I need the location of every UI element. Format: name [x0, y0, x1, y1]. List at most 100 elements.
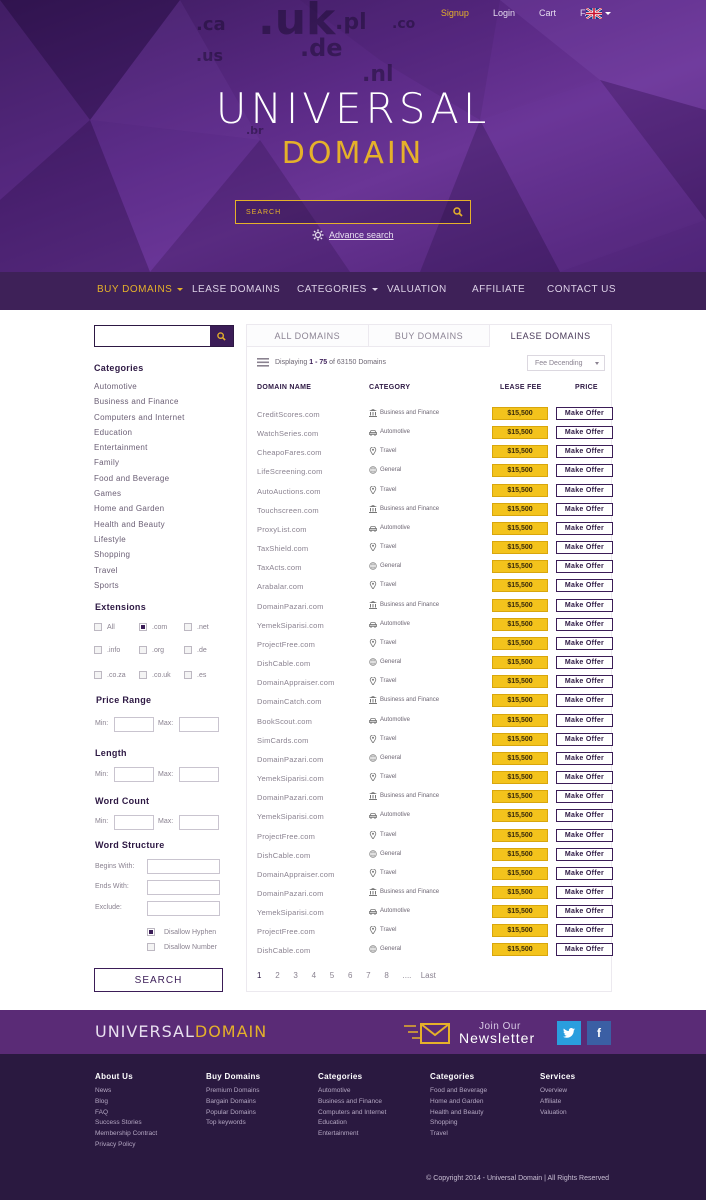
extension-option[interactable]: .info	[94, 646, 120, 654]
make-offer-button[interactable]: Make Offer	[556, 771, 613, 785]
pagination-page[interactable]: 5	[330, 971, 348, 980]
extension-checkbox[interactable]	[184, 671, 192, 679]
extension-checkbox[interactable]	[94, 671, 102, 679]
exclude-input[interactable]	[147, 901, 220, 916]
domain-name-link[interactable]: CreditScores.com	[257, 410, 320, 419]
extension-option[interactable]: All	[94, 623, 115, 631]
lease-fee-badge[interactable]: $15,500	[492, 560, 548, 574]
nav-lease-domains[interactable]: LEASE DOMAINS	[192, 284, 280, 295]
lease-fee-badge[interactable]: $15,500	[492, 656, 548, 670]
price-min-input[interactable]	[114, 717, 154, 732]
domain-name-link[interactable]: AutoAuctions.com	[257, 487, 321, 496]
category-link[interactable]: Lifestyle	[94, 535, 185, 550]
price-max-input[interactable]	[179, 717, 219, 732]
make-offer-button[interactable]: Make Offer	[556, 790, 613, 804]
domain-name-link[interactable]: TaxShield.com	[257, 544, 308, 553]
domain-name-link[interactable]: DomainPazari.com	[257, 755, 324, 764]
lease-fee-badge[interactable]: $15,500	[492, 886, 548, 899]
make-offer-button[interactable]: Make Offer	[556, 426, 613, 440]
category-link[interactable]: Automotive	[94, 382, 185, 397]
category-link[interactable]: Shopping	[94, 550, 185, 565]
footer-link[interactable]: Popular Domains	[206, 1109, 260, 1120]
make-offer-button[interactable]: Make Offer	[556, 866, 613, 880]
lease-fee-badge[interactable]: $15,500	[492, 636, 548, 650]
category-link[interactable]: Business and Finance	[94, 397, 185, 412]
pagination-page[interactable]: 3	[293, 971, 311, 980]
tab-all-domains[interactable]: ALL DOMAINS	[247, 325, 369, 347]
sidebar-search-submit-button[interactable]: SEARCH	[94, 968, 223, 992]
nav-affiliate[interactable]: AFFILIATE	[472, 284, 525, 295]
lease-fee-badge[interactable]: $15,500	[492, 675, 548, 689]
lease-fee-badge[interactable]: $15,500	[492, 617, 548, 631]
make-offer-button[interactable]: Make Offer	[556, 636, 613, 650]
make-offer-button[interactable]: Make Offer	[556, 713, 613, 727]
disallow-number-option[interactable]: Disallow Number	[147, 943, 217, 951]
disallow-number-checkbox[interactable]	[147, 943, 155, 951]
make-offer-button[interactable]: Make Offer	[556, 828, 613, 842]
make-offer-button[interactable]: Make Offer	[556, 541, 613, 555]
make-offer-button[interactable]: Make Offer	[556, 656, 613, 670]
domain-name-link[interactable]: YemekSiparisi.com	[257, 774, 324, 783]
domain-name-link[interactable]: Arabalar.com	[257, 582, 304, 591]
domain-name-link[interactable]: Touchscreen.com	[257, 506, 319, 515]
domain-name-link[interactable]: BookScout.com	[257, 717, 312, 726]
domain-name-link[interactable]: DomainCatch.com	[257, 697, 322, 706]
length-max-input[interactable]	[179, 767, 219, 782]
lease-fee-badge[interactable]: $15,500	[492, 847, 548, 861]
domain-name-link[interactable]: DishCable.com	[257, 946, 310, 955]
wordcount-max-input[interactable]	[179, 815, 219, 830]
extension-option[interactable]: .co.za	[94, 671, 126, 679]
pagination-page[interactable]: 8	[384, 971, 402, 980]
begins-with-input[interactable]	[147, 859, 220, 874]
footer-link[interactable]: Automotive	[318, 1087, 386, 1098]
nav-contact-us[interactable]: CONTACT US	[547, 284, 616, 295]
language-selector[interactable]	[586, 8, 611, 19]
extension-option[interactable]: .com	[139, 623, 167, 631]
hero-search-input[interactable]	[236, 201, 436, 224]
lease-fee-badge[interactable]: $15,500	[492, 483, 548, 497]
category-link[interactable]: Family	[94, 458, 185, 473]
make-offer-button[interactable]: Make Offer	[556, 483, 613, 497]
domain-name-link[interactable]: YemekSiparisi.com	[257, 621, 324, 630]
lease-fee-badge[interactable]: $15,500	[492, 502, 548, 516]
make-offer-button[interactable]: Make Offer	[556, 579, 613, 593]
footer-link[interactable]: Blog	[95, 1098, 157, 1109]
length-min-input[interactable]	[114, 767, 154, 782]
make-offer-button[interactable]: Make Offer	[556, 924, 613, 938]
make-offer-button[interactable]: Make Offer	[556, 560, 613, 574]
extension-checkbox[interactable]	[184, 646, 192, 654]
lease-fee-badge[interactable]: $15,500	[492, 464, 548, 478]
make-offer-button[interactable]: Make Offer	[556, 943, 613, 957]
lease-fee-badge[interactable]: $15,500	[492, 598, 548, 612]
category-link[interactable]: Computers and Internet	[94, 413, 185, 428]
domain-name-link[interactable]: ProjectFree.com	[257, 927, 315, 936]
make-offer-button[interactable]: Make Offer	[556, 809, 613, 823]
category-link[interactable]: Games	[94, 489, 185, 504]
domain-name-link[interactable]: DomainPazari.com	[257, 889, 324, 898]
login-link[interactable]: Login	[481, 8, 527, 18]
lease-fee-badge[interactable]: $15,500	[492, 426, 548, 440]
sidebar-search-input[interactable]	[95, 326, 209, 346]
extension-checkbox[interactable]	[139, 623, 147, 631]
footer-link[interactable]: Affiliate	[540, 1098, 575, 1109]
make-offer-button[interactable]: Make Offer	[556, 598, 613, 612]
advanced-search-link[interactable]: Advance search	[312, 229, 394, 241]
disallow-hyphen-option[interactable]: Disallow Hyphen	[147, 928, 216, 936]
domain-name-link[interactable]: DomainAppraiser.com	[257, 870, 335, 879]
make-offer-button[interactable]: Make Offer	[556, 751, 613, 765]
extension-option[interactable]: .net	[184, 623, 209, 631]
extension-checkbox[interactable]	[94, 646, 102, 654]
footer-link[interactable]: Entertainment	[318, 1130, 386, 1141]
category-link[interactable]: Home and Garden	[94, 504, 185, 519]
lease-fee-badge[interactable]: $15,500	[492, 579, 548, 593]
footer-link[interactable]: Success Stories	[95, 1119, 157, 1130]
lease-fee-badge[interactable]: $15,500	[492, 809, 548, 823]
domain-name-link[interactable]: YemekSiparisi.com	[257, 908, 324, 917]
make-offer-button[interactable]: Make Offer	[556, 407, 613, 420]
cart-link[interactable]: Cart	[527, 8, 568, 18]
list-view-icon[interactable]	[257, 358, 269, 367]
footer-link[interactable]: Top keywords	[206, 1119, 260, 1130]
facebook-button[interactable]: f	[587, 1021, 611, 1045]
lease-fee-badge[interactable]: $15,500	[492, 943, 548, 957]
lease-fee-badge[interactable]: $15,500	[492, 694, 548, 708]
